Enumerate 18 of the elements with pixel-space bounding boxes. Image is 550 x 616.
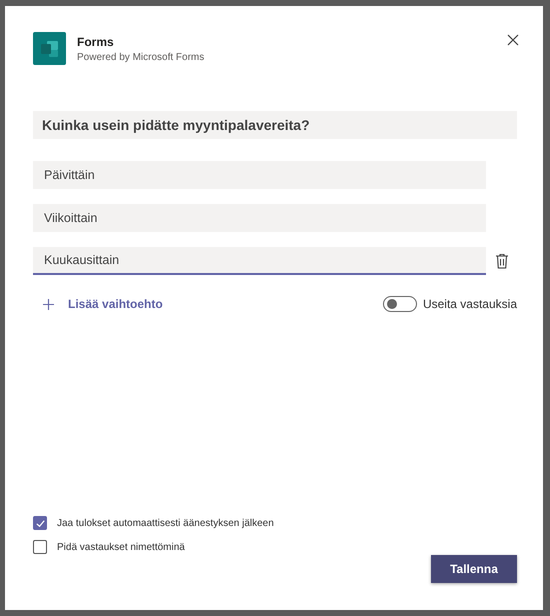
toggle-switch[interactable]: [382, 296, 417, 312]
option-field[interactable]: Kuukausittain: [33, 247, 486, 275]
close-icon[interactable]: [507, 34, 519, 46]
option-field[interactable]: Viikoittain: [33, 204, 486, 232]
checkbox-label: Pidä vastaukset nimettöminä: [57, 542, 185, 552]
plus-icon: [43, 298, 54, 310]
question-field[interactable]: Kuinka usein pidätte myyntipalavereita?: [33, 111, 517, 139]
add-option-button[interactable]: Lisää vaihtoehto: [43, 297, 163, 311]
app-subtitle: Powered by Microsoft Forms: [77, 52, 206, 63]
toggle-label: Useita vastauksia: [422, 297, 517, 311]
checkbox-label: Jaa tulokset automaattisesti äänestyksen jälkeen: [57, 518, 274, 528]
save-button[interactable]: Tallenna: [431, 555, 517, 583]
option-field[interactable]: Päivittäin: [33, 161, 486, 189]
app-title: Forms: [77, 35, 115, 49]
forms-logo-icon: [33, 32, 66, 65]
checkbox[interactable]: [33, 540, 47, 554]
checkbox[interactable]: [33, 516, 47, 530]
trash-icon[interactable]: [495, 253, 509, 269]
